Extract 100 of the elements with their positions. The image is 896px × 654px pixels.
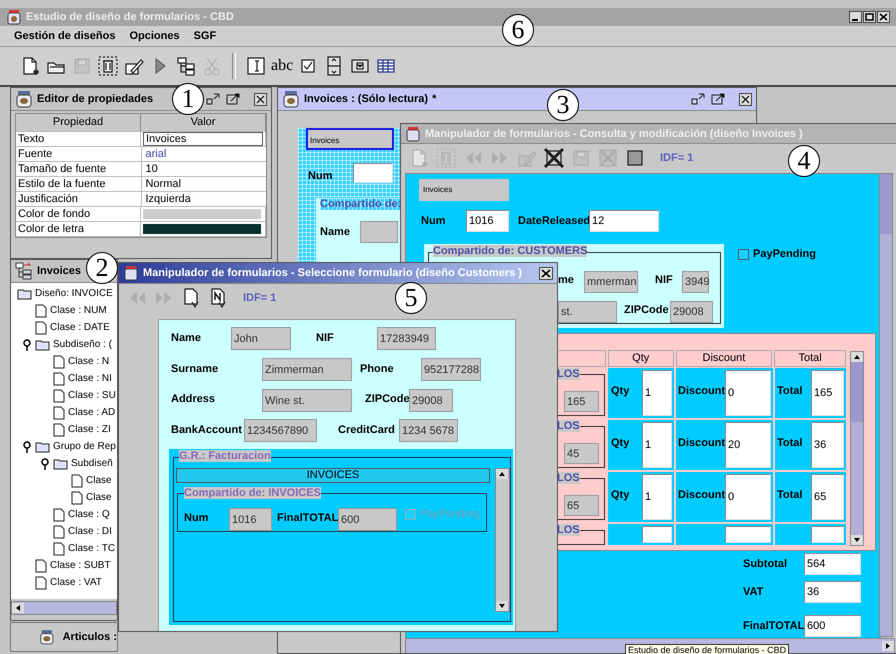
input-field[interactable]: 1234567890 [244,419,317,442]
minimize-icon[interactable] [691,93,705,105]
input-field[interactable] [811,526,844,543]
field-label: Qty [611,489,630,501]
tree-item[interactable]: Clase : NUM [11,302,117,319]
input-field[interactable] [360,221,398,243]
tree-item[interactable]: Clase [11,472,117,489]
tree-item[interactable]: Diseño: INVOICE [11,285,117,302]
input-field[interactable]: 36 [804,581,861,603]
color-swatch[interactable] [143,209,261,219]
document-icon [53,542,65,556]
input-field[interactable]: 0 [725,370,771,416]
property-value[interactable]: Izquierda [142,192,266,206]
close-icon[interactable] [254,92,267,106]
input-field[interactable]: 600 [804,615,861,637]
input-field[interactable]: 17283949 [377,327,436,350]
vertical-scrollbar[interactable] [879,173,893,637]
input-field[interactable] [642,526,672,543]
input-field[interactable]: 1 [642,422,672,468]
tree-item[interactable]: Clase : VAT [11,574,117,591]
form-tab[interactable]: Invoices [306,128,394,150]
input-field[interactable]: 12 [589,210,659,232]
tree-toggle-icon[interactable] [23,338,31,350]
input-field[interactable]: 20 [725,422,771,468]
input-field[interactable]: 952177288 [421,358,481,381]
tree-item[interactable]: Clase : TC [11,540,117,557]
tree-item[interactable]: Grupo de Rep [11,438,117,455]
window-title: Estudio de diseño de formularios - CBD [26,11,234,23]
input-field[interactable]: 1016 [229,508,272,531]
menu-item[interactable]: SGF [188,28,222,44]
input-field[interactable]: 36 [811,422,844,468]
input-field[interactable]: 1 [642,370,672,416]
input-field[interactable]: 65 [564,495,599,516]
tree-item[interactable]: Clase : N [11,353,117,370]
input-field[interactable] [353,163,393,183]
color-swatch[interactable] [143,224,261,234]
remove-tool-button[interactable] [542,146,566,170]
close-icon[interactable] [877,11,890,23]
vertical-scrollbar[interactable] [850,351,864,546]
tree-item[interactable]: Clase : DATE [11,319,117,336]
menu-item[interactable]: Opciones [123,28,186,44]
field-label: Name [320,226,350,238]
input-field[interactable]: 65 [811,474,844,520]
up-arrow-icon[interactable] [851,352,863,362]
close-icon[interactable] [739,92,752,106]
tree-item[interactable]: Clase : NI [11,370,117,387]
horizontal-scrollbar[interactable] [11,601,117,615]
vertical-scrollbar[interactable] [495,468,510,612]
input-field[interactable]: Wine st. [262,389,352,412]
document-icon [71,490,83,504]
tree-item[interactable]: Clase : DI [11,523,117,540]
up-arrow-icon[interactable] [496,469,508,479]
tree-toggle-icon[interactable] [41,458,49,470]
input-field[interactable]: 1016 [466,210,509,232]
input-field[interactable]: 29008 [409,389,453,412]
down-arrow-icon[interactable] [496,601,508,611]
tree-item[interactable]: Subdiseñ [11,455,117,472]
input-field[interactable] [725,526,771,543]
input-field[interactable]: 564 [804,553,861,575]
down-arrow-icon[interactable] [851,535,863,545]
minimize-icon[interactable] [849,11,862,23]
input-field[interactable]: Zimmerman [262,358,352,381]
property-input-field[interactable]: Invoices [143,132,263,146]
input-field[interactable]: 165 [564,391,599,412]
tree-item[interactable]: Clase : SU [11,387,117,404]
property-value[interactable]: Normal [142,177,266,191]
input-field[interactable]: 165 [811,370,844,416]
maximize-icon[interactable] [863,11,876,23]
maximize-icon[interactable] [711,93,725,105]
tree-item[interactable]: Subdiseño : ( [11,336,117,353]
input-field[interactable]: 1 [642,474,672,520]
tree-item[interactable]: Clase : SUBT [11,557,117,574]
label-tool-button[interactable]: abc [270,56,294,76]
input-field[interactable]: 45 [564,443,599,464]
folder-icon [53,458,68,470]
tree-item[interactable]: Clase : Q [11,506,117,523]
input-field[interactable]: 29008 [670,301,713,323]
field-label: Name [171,332,201,344]
delete-tool-button[interactable] [96,54,120,78]
input-field[interactable]: 3949 [682,271,709,293]
input-field[interactable]: John [231,327,291,350]
property-value[interactable]: arial [142,147,266,161]
tree-toggle-icon[interactable] [23,440,31,452]
field-label: Address [171,393,216,405]
input-field[interactable]: 600 [338,508,397,531]
checkbox[interactable] [738,248,749,260]
form-tab[interactable]: Invoices [419,179,509,201]
close-icon[interactable] [539,266,553,280]
tree-item[interactable]: Clase : ZI [11,421,117,438]
minimize-icon[interactable] [206,93,220,105]
menu-item[interactable]: Gestión de diseños [8,28,122,44]
property-value[interactable]: 10 [142,162,266,176]
input-field[interactable]: 0 [725,474,771,520]
tree-item[interactable]: Clase [11,489,117,506]
minimized-window[interactable]: Articulos : [10,622,118,652]
input-field[interactable]: st. [558,301,617,323]
input-field[interactable]: 1234 5678 [399,419,458,442]
maximize-icon[interactable] [226,93,240,105]
tree-item[interactable]: Clase : AD [11,404,117,421]
input-field[interactable]: mmerman [584,271,638,293]
